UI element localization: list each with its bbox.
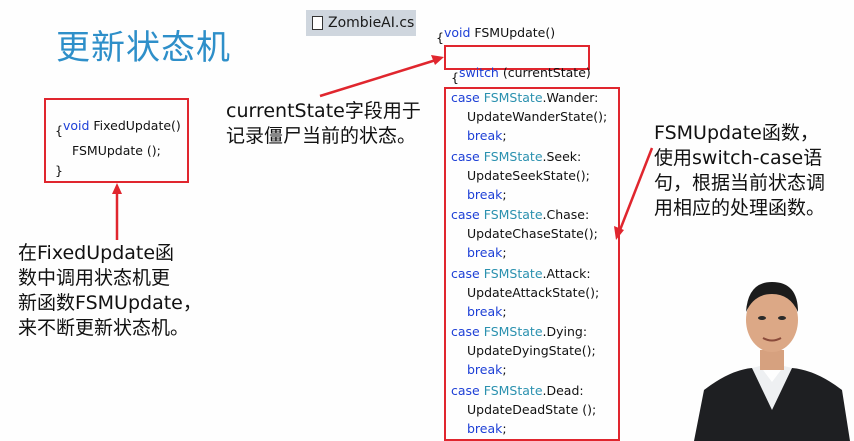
keyword-break: break (467, 420, 503, 436)
case-call: UpdateAttackState(); (467, 284, 600, 300)
file-tab[interactable]: ZombieAI.cs (306, 10, 416, 36)
keyword-break: break (467, 128, 503, 143)
note-line: currentState字段用于 (226, 100, 421, 122)
fsm-signature: void FSMUpdate() (436, 10, 555, 40)
note-line: 数中调用状态机更 (18, 267, 171, 289)
note-line: 用相应的处理函数。 (654, 197, 826, 219)
type-fsmstate: FSMState (483, 90, 543, 105)
keyword-case: case (451, 207, 480, 222)
switch-line: switch (currentState) (451, 50, 591, 80)
note-fixed-update: 在FixedUpdate函 数中调用状态机更 新函数FSMUpdate， 来不断… (18, 241, 202, 341)
case-break: break; (467, 128, 507, 143)
keyword-break: break (467, 303, 503, 319)
case-break: break; (467, 303, 507, 319)
fixed-update-line4: } (55, 163, 63, 178)
case-break: break; (467, 362, 507, 377)
case-state: .Chase: (542, 207, 590, 222)
fixed-update-line2: { (55, 123, 63, 138)
type-fsmstate: FSMState (483, 148, 543, 164)
file-icon (312, 16, 323, 30)
case-state: .Seek: (542, 148, 582, 164)
case-call: UpdateChaseState(); (467, 226, 598, 241)
switch-expression: (currentState) (498, 65, 591, 80)
keyword-break: break (467, 245, 503, 260)
keyword-case: case (451, 90, 480, 105)
case-state: .Dying: (542, 324, 588, 339)
type-fsmstate: FSMState (483, 382, 543, 398)
note-line: FSMUpdate函数， (654, 122, 819, 144)
keyword-case: case (451, 324, 480, 339)
presenter-image (690, 270, 854, 441)
case-state: .Dead: (542, 382, 584, 398)
case-break: break; (467, 186, 507, 202)
keyword-void: void (443, 25, 471, 40)
keyword-switch: switch (458, 65, 499, 80)
fixed-update-line1: void FixedUpdate() (55, 103, 181, 133)
slide-title: 更新状态机 (56, 28, 231, 68)
keyword-case: case (451, 265, 480, 281)
keyword-break: break (467, 186, 503, 202)
fixed-update-line3: FSMUpdate (); (72, 143, 161, 158)
type-fsmstate: FSMState (483, 265, 543, 281)
case-line: case FSMState.Dead: (451, 383, 584, 398)
case-call: UpdateDyingState(); (467, 343, 596, 358)
case-line: case FSMState.Chase: (451, 207, 589, 222)
file-tab-label: ZombieAI.cs (328, 15, 415, 31)
case-call: UpdateSeekState(); (467, 167, 590, 183)
case-line: case FSMState.Dying: (451, 324, 587, 339)
note-line: 句，根据当前状态调 (654, 172, 826, 194)
case-state: .Wander: (542, 90, 599, 105)
switch-open-brace: { (451, 70, 459, 85)
case-call: UpdateWanderState(); (467, 109, 608, 124)
case-break: break; (467, 245, 507, 260)
note-line: 记录僵尸当前的状态。 (226, 125, 417, 147)
case-line: case FSMState.Attack: (451, 266, 591, 281)
keyword-break: break (467, 362, 503, 377)
note-current-state: currentState字段用于 记录僵尸当前的状态。 (226, 99, 421, 149)
note-line: 来不断更新状态机。 (18, 317, 190, 339)
type-fsmstate: FSMState (483, 207, 543, 222)
case-state: .Attack: (542, 265, 591, 281)
note-line: 使用switch-case语 (654, 147, 823, 169)
type-fsmstate: FSMState (483, 324, 543, 339)
keyword-case: case (451, 148, 480, 164)
case-break: break; (467, 420, 507, 436)
note-fsm-update: FSMUpdate函数， 使用switch-case语 句，根据当前状态调 用相… (654, 121, 825, 221)
case-line: case FSMState.Wander: (451, 90, 598, 105)
note-line: 新函数FSMUpdate， (18, 292, 202, 314)
method-signature: FSMUpdate() (470, 25, 556, 40)
note-line: 在FixedUpdate函 (18, 242, 175, 264)
method-signature: FixedUpdate() (89, 118, 181, 133)
case-call: UpdateDeadState (); (467, 401, 597, 417)
fsm-open-brace: { (436, 30, 444, 45)
case-line: case FSMState.Seek: (451, 149, 581, 164)
keyword-case: case (451, 382, 480, 398)
keyword-void: void (62, 118, 90, 133)
